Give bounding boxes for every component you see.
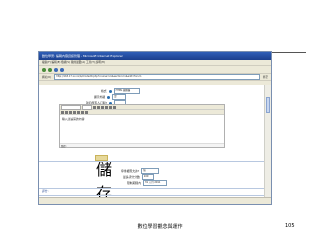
display-label: 顯示外觀 <box>94 95 106 99</box>
go-button[interactable]: 移至 <box>263 75 268 79</box>
section-label: 評分: <box>42 189 49 193</box>
refresh-icon[interactable] <box>54 67 58 72</box>
link-icon[interactable] <box>77 110 80 114</box>
format-label: 格式 <box>101 89 107 93</box>
home-icon[interactable] <box>60 67 64 72</box>
help-icon[interactable] <box>108 89 112 93</box>
size-select[interactable] <box>82 104 92 110</box>
browser-toolbar <box>39 65 271 73</box>
bold-icon[interactable] <box>93 105 96 109</box>
editor-text[interactable]: 輸入討論區的內容 <box>60 115 224 143</box>
address-input[interactable]: http://163.17.xx.xx/ls/modedit.php?cours… <box>54 74 260 80</box>
page-number: 105 <box>285 223 295 229</box>
section-divider <box>39 195 271 196</box>
strike-icon[interactable] <box>105 105 108 109</box>
align-left-icon[interactable] <box>61 110 64 114</box>
max-rating-label: 最多評分分數 <box>123 175 140 179</box>
align-right-icon[interactable] <box>69 110 72 114</box>
help-icon[interactable] <box>107 95 111 99</box>
address-bar: 網址(D) http://163.17.xx.xx/ls/modedit.php… <box>39 73 271 80</box>
vertical-scrollbar[interactable] <box>264 85 271 198</box>
date-row: 限制期間內 31 八月 2011 <box>127 180 167 186</box>
html-editor[interactable]: 輸入討論區的內容 路徑: <box>59 104 225 148</box>
scrollbar-thumb[interactable] <box>266 97 270 113</box>
forward-icon[interactable] <box>48 67 52 72</box>
rating-label: 尊重權限允許? <box>121 169 140 173</box>
underline-icon[interactable] <box>101 105 104 109</box>
redo-icon[interactable] <box>113 105 116 109</box>
date-select[interactable]: 31 八月 2011 <box>143 180 167 186</box>
status-bar <box>39 197 271 204</box>
editor-path: 路徑: <box>60 143 224 148</box>
italic-icon[interactable] <box>97 105 100 109</box>
back-icon[interactable] <box>42 67 46 72</box>
browser-window: 數位學習: 編輯內容資訊管理 - Microsoft Internet Expl… <box>38 51 272 205</box>
undo-icon[interactable] <box>109 105 112 109</box>
address-label: 網址(D) <box>42 76 52 79</box>
list-icon[interactable] <box>73 110 76 114</box>
align-center-icon[interactable] <box>65 110 68 114</box>
date-label: 限制期間內 <box>127 181 141 185</box>
table-icon[interactable] <box>85 110 88 114</box>
image-icon[interactable] <box>81 110 84 114</box>
font-select[interactable] <box>61 104 81 110</box>
slide-caption: 數位學習觀念與運作 <box>137 224 183 230</box>
save-button[interactable]: 儲存 <box>95 155 112 203</box>
window-title: 數位學習: 編輯內容資訊管理 - Microsoft Internet Expl… <box>39 52 271 60</box>
section-divider <box>39 161 271 162</box>
section-divider <box>39 188 271 189</box>
